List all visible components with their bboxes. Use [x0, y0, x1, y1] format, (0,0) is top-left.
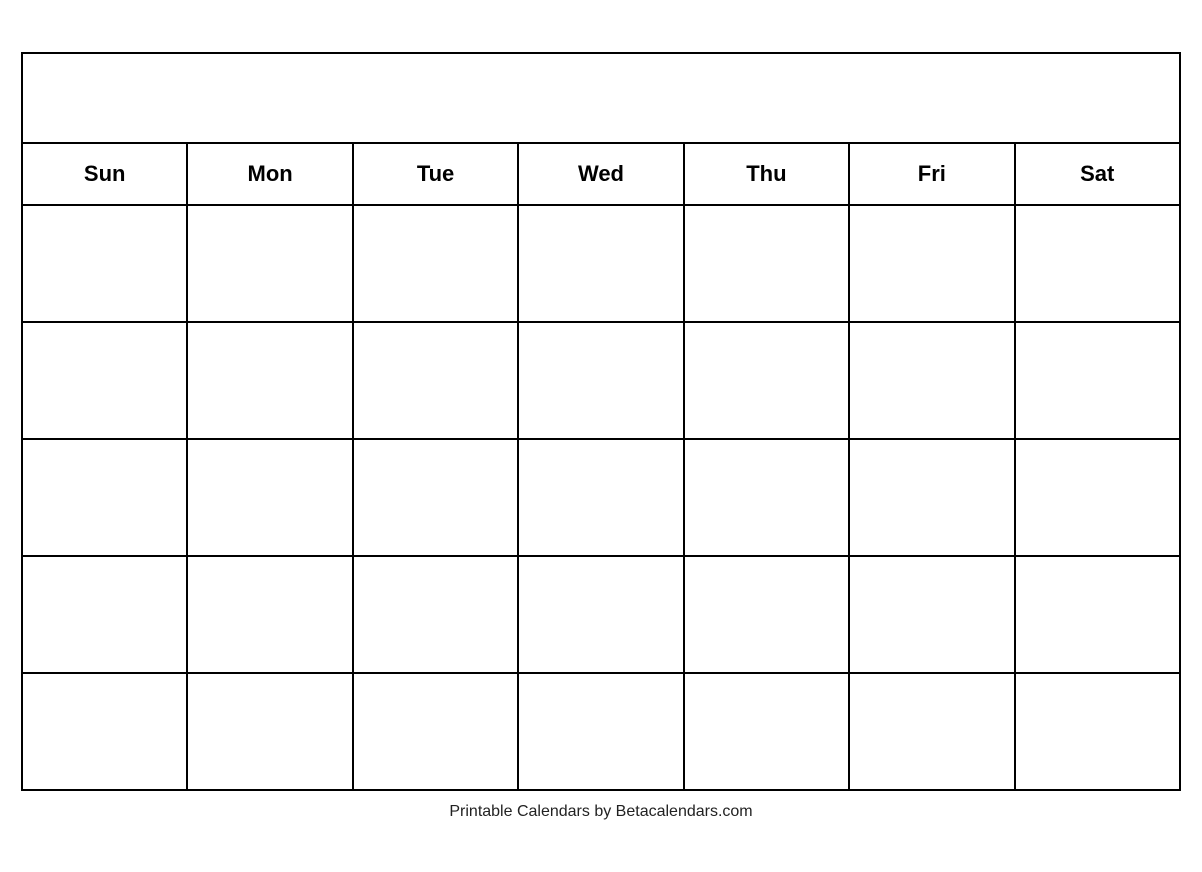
- header-sat: Sat: [1016, 144, 1179, 204]
- day-cell: [850, 323, 1015, 438]
- day-cell: [685, 557, 850, 672]
- header-wed: Wed: [519, 144, 684, 204]
- day-cell: [519, 323, 684, 438]
- day-cell: [354, 440, 519, 555]
- day-cell: [685, 323, 850, 438]
- day-cell: [354, 557, 519, 672]
- day-cell: [685, 674, 850, 789]
- day-cell: [23, 674, 188, 789]
- day-cell: [850, 440, 1015, 555]
- day-cell: [188, 557, 353, 672]
- day-cell: [188, 323, 353, 438]
- day-cell: [685, 206, 850, 321]
- calendar-week-row-2: [23, 323, 1179, 440]
- day-cell: [1016, 557, 1179, 672]
- header-tue: Tue: [354, 144, 519, 204]
- calendar-header-row: Sun Mon Tue Wed Thu Fri Sat: [23, 144, 1179, 206]
- day-cell: [519, 674, 684, 789]
- day-cell: [354, 206, 519, 321]
- day-cell: [850, 557, 1015, 672]
- footer-text: Printable Calendars by Betacalendars.com: [449, 803, 752, 821]
- calendar-title-row: [23, 54, 1179, 144]
- day-cell: [23, 557, 188, 672]
- day-cell: [354, 323, 519, 438]
- day-cell: [685, 440, 850, 555]
- calendar-wrapper: Sun Mon Tue Wed Thu Fri Sat: [21, 52, 1181, 821]
- day-cell: [188, 674, 353, 789]
- day-cell: [850, 674, 1015, 789]
- day-cell: [1016, 674, 1179, 789]
- day-cell: [519, 206, 684, 321]
- header-mon: Mon: [188, 144, 353, 204]
- calendar-week-row-4: [23, 557, 1179, 674]
- day-cell: [1016, 323, 1179, 438]
- calendar-week-row-1: [23, 206, 1179, 323]
- header-thu: Thu: [685, 144, 850, 204]
- day-cell: [354, 674, 519, 789]
- day-cell: [188, 206, 353, 321]
- calendar-container: Sun Mon Tue Wed Thu Fri Sat: [21, 52, 1181, 791]
- day-cell: [188, 440, 353, 555]
- day-cell: [1016, 206, 1179, 321]
- day-cell: [850, 206, 1015, 321]
- calendar-week-row-5: [23, 674, 1179, 789]
- day-cell: [23, 323, 188, 438]
- day-cell: [1016, 440, 1179, 555]
- day-cell: [519, 440, 684, 555]
- day-cell: [519, 557, 684, 672]
- day-cell: [23, 206, 188, 321]
- header-sun: Sun: [23, 144, 188, 204]
- calendar-week-row-3: [23, 440, 1179, 557]
- day-cell: [23, 440, 188, 555]
- header-fri: Fri: [850, 144, 1015, 204]
- calendar-body: [23, 206, 1179, 789]
